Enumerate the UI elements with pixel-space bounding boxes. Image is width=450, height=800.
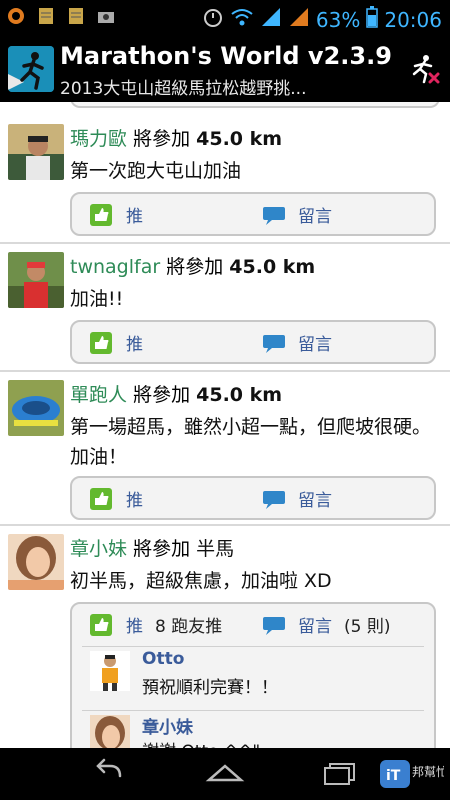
like-button[interactable]: 推: [90, 486, 143, 511]
battery-icon: [366, 6, 379, 33]
distance: 半馬: [196, 538, 235, 560]
action-bar: 推 留言: [70, 192, 436, 236]
username[interactable]: 瑪力歐: [70, 128, 127, 150]
avatar[interactable]: [8, 124, 64, 180]
comment-author[interactable]: 章小妹: [142, 713, 193, 738]
comment-item: 章小妹 謝謝 Otto ^^": [82, 710, 424, 748]
post-message: 第一次跑大屯山加油: [70, 160, 242, 182]
svg-text:iT: iT: [386, 768, 401, 784]
status-bar: 63% 20:06: [0, 0, 450, 36]
comment-author[interactable]: Otto: [142, 649, 184, 669]
distance: 45.0 km: [229, 256, 316, 278]
avatar[interactable]: [8, 534, 64, 590]
divider: [0, 242, 450, 244]
thumbs-up-icon: [90, 331, 112, 354]
comment-button[interactable]: 留言: [262, 486, 332, 511]
speech-bubble-icon: [262, 204, 286, 226]
action-bar: 推 留言: [70, 320, 436, 364]
username[interactable]: twnaglfar: [70, 256, 160, 278]
like-button[interactable]: 推: [90, 202, 143, 227]
alarm-icon: [202, 6, 224, 33]
post-verb: 將參加: [133, 384, 191, 406]
avatar[interactable]: [8, 380, 64, 436]
comment-label: 留言: [298, 617, 332, 637]
like-button[interactable]: 推 8 跑友推: [90, 612, 222, 637]
post-message: 初半馬，超級焦慮，加油啦 XD: [70, 570, 332, 592]
avatar[interactable]: [90, 651, 130, 691]
post-header: 章小妹 將參加 半馬: [70, 534, 234, 561]
comment-thread: 推 8 跑友推 留言 (5 則) Otto 預祝順利完賽！！ 章小妹: [70, 602, 436, 748]
comment-count: (5 則): [344, 617, 391, 637]
comment-text: 謝謝 Otto ^^": [142, 737, 260, 748]
comment-label: 留言: [298, 491, 332, 511]
back-icon[interactable]: [90, 758, 130, 788]
like-label: 推: [126, 491, 143, 511]
system-nav-bar: iT 邦幫忙: [0, 748, 450, 800]
speech-bubble-icon: [262, 332, 286, 354]
username[interactable]: 單跑人: [70, 384, 127, 406]
camera-icon: [96, 6, 116, 26]
distance: 45.0 km: [196, 384, 283, 406]
divider: [0, 370, 450, 372]
comment-label: 留言: [298, 335, 332, 355]
app-bar: Marathon's World v2.3.9 2013大屯山超級馬拉松越野挑.…: [0, 36, 450, 102]
thumbs-up-icon: [90, 613, 112, 636]
divider: [0, 524, 450, 526]
signal-icon: [288, 6, 310, 33]
runner-cancel-icon[interactable]: [406, 52, 440, 86]
post-header: 瑪力歐 將參加 45.0 km: [70, 124, 282, 151]
app-title: Marathon's World v2.3.9: [60, 42, 392, 70]
watermark-logo: iT 邦幫忙: [380, 756, 448, 792]
notes-icon: [66, 6, 86, 26]
like-label: 推: [126, 617, 143, 637]
app-subtitle: 2013大屯山超級馬拉松越野挑...: [60, 79, 307, 99]
feed-list[interactable]: 瑪力歐 將參加 45.0 km 第一次跑大屯山加油 推 留言 twnaglfar…: [0, 102, 450, 748]
watermark-text: 邦幫忙: [412, 764, 444, 779]
comment-button[interactable]: 留言: [262, 330, 332, 355]
home-icon[interactable]: [205, 758, 245, 788]
previous-card-edge: [70, 102, 440, 108]
recent-apps-icon[interactable]: [320, 758, 360, 788]
battery-percent: 63%: [315, 7, 361, 32]
comment-item: Otto 預祝順利完賽！！: [82, 646, 424, 707]
post-message: 加油!!: [70, 288, 124, 310]
username[interactable]: 章小妹: [70, 538, 127, 560]
avatar[interactable]: [8, 252, 64, 308]
comment-text: 預祝順利完賽！！: [142, 678, 278, 698]
avatar[interactable]: [90, 715, 130, 748]
notification-icon: [6, 6, 26, 26]
like-label: 推: [126, 335, 143, 355]
clock: 20:06: [384, 7, 442, 32]
post-message: 第一場超馬，雖然小超一點，但爬坡很硬。加油！: [70, 416, 432, 468]
action-bar: 推 留言: [70, 476, 436, 520]
post-verb: 將參加: [133, 538, 191, 560]
wifi-icon: [230, 6, 254, 33]
signal-icon: [260, 6, 282, 33]
post-header: twnaglfar 將參加 45.0 km: [70, 252, 315, 279]
app-logo-icon[interactable]: [8, 46, 54, 92]
notes-icon: [36, 6, 56, 26]
post-header: 單跑人 將參加 45.0 km: [70, 380, 282, 407]
thumbs-up-icon: [90, 203, 112, 226]
speech-bubble-icon: [262, 488, 286, 510]
post-verb: 將參加: [166, 256, 224, 278]
like-count: 8 跑友推: [155, 617, 223, 637]
like-button[interactable]: 推: [90, 330, 143, 355]
comment-button[interactable]: 留言: [262, 202, 332, 227]
comment-button[interactable]: 留言 (5 則): [262, 612, 390, 637]
thumbs-up-icon: [90, 487, 112, 510]
like-label: 推: [126, 207, 143, 227]
speech-bubble-icon: [262, 614, 286, 636]
comment-label: 留言: [298, 207, 332, 227]
post-verb: 將參加: [133, 128, 191, 150]
distance: 45.0 km: [196, 128, 283, 150]
